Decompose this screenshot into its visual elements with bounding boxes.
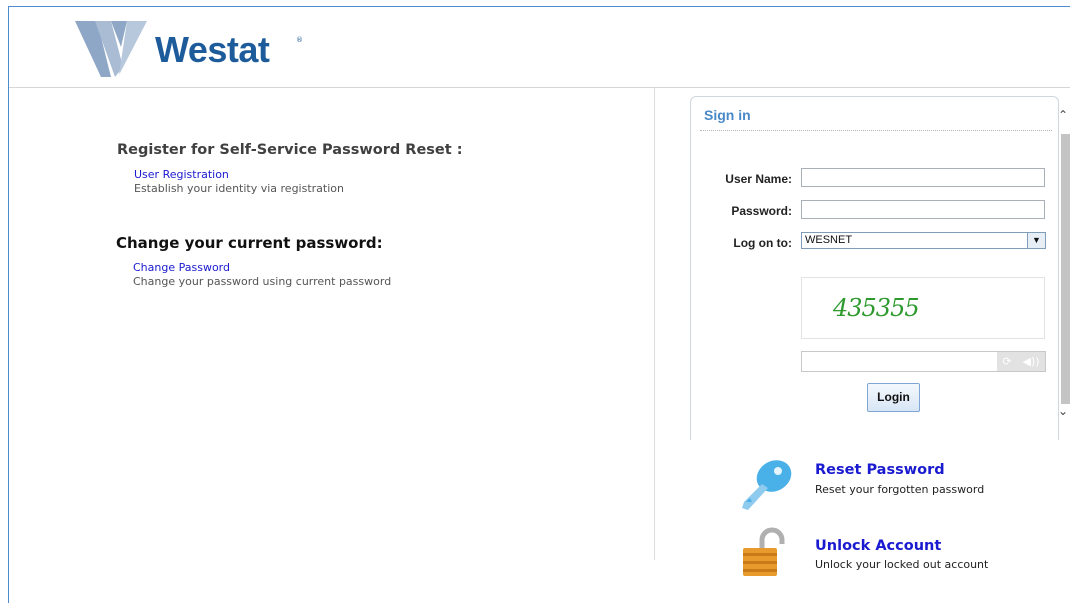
- change-password-heading: Change your current password:: [116, 234, 383, 252]
- scroll-up-icon[interactable]: ⌃: [1058, 108, 1068, 122]
- login-button[interactable]: Login: [867, 383, 920, 412]
- header: Westat ®: [9, 7, 1070, 88]
- westat-logo-text: Westat: [155, 29, 270, 70]
- unlock-account-link[interactable]: Unlock Account: [815, 538, 941, 554]
- vertical-divider: [654, 88, 655, 560]
- password-label: Password:: [731, 204, 792, 218]
- unlock-account-desc: Unlock your locked out account: [815, 558, 989, 571]
- key-icon: [742, 460, 792, 510]
- logon-domain-value: WESNET: [805, 234, 853, 246]
- user-registration-desc: Establish your identity via registration: [134, 182, 344, 195]
- reset-password-link[interactable]: Reset Password: [815, 462, 945, 478]
- signin-separator: [700, 130, 1052, 131]
- registered-mark: ®: [296, 36, 303, 44]
- password-input[interactable]: [801, 200, 1045, 219]
- refresh-icon[interactable]: ⟳: [1002, 355, 1011, 368]
- change-password-link[interactable]: Change Password: [133, 261, 230, 274]
- register-heading: Register for Self-Service Password Reset…: [117, 142, 463, 158]
- user-registration-link[interactable]: User Registration: [134, 168, 229, 181]
- captcha-text: 435355: [833, 294, 920, 322]
- reset-password-desc: Reset your forgotten password: [815, 483, 985, 496]
- captcha-input[interactable]: ⟳ ◀)): [801, 351, 1046, 372]
- change-password-desc: Change your password using current passw…: [133, 275, 392, 288]
- padlock-icon: [743, 527, 785, 576]
- username-label: User Name:: [725, 172, 792, 186]
- logon-label: Log on to:: [733, 236, 792, 250]
- chevron-down-icon[interactable]: ▼: [1027, 233, 1045, 248]
- username-input[interactable]: [801, 168, 1045, 187]
- audio-icon[interactable]: ◀)): [1023, 355, 1040, 368]
- westat-logo-mark: [75, 21, 147, 77]
- scroll-down-icon[interactable]: ⌄: [1058, 404, 1068, 418]
- scroll-thumb[interactable]: [1061, 134, 1070, 404]
- logon-domain-select[interactable]: WESNET ▼: [801, 232, 1046, 249]
- captcha-tools: ⟳ ◀)): [997, 352, 1045, 371]
- signin-title: Sign in: [704, 107, 751, 123]
- signin-scrollbar[interactable]: ⌃ ⌄: [1058, 108, 1070, 438]
